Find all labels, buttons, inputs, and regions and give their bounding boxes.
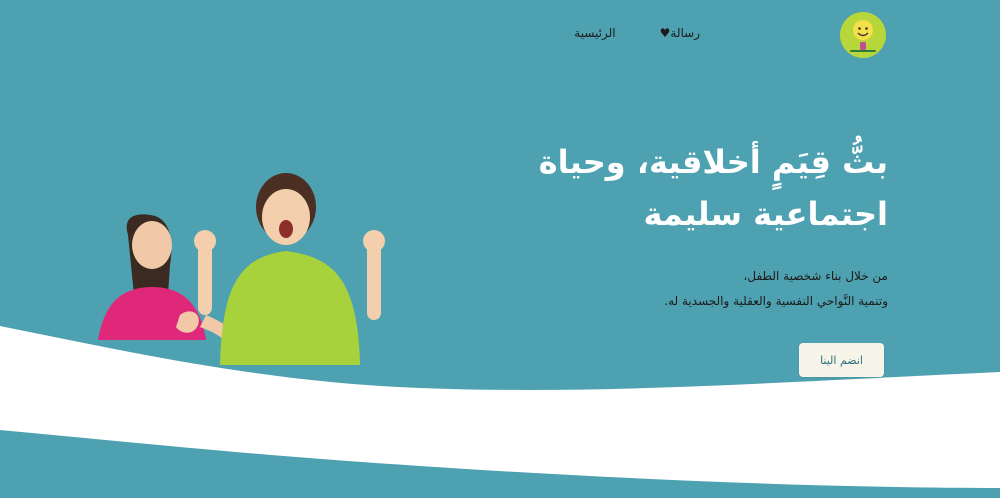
hero-subtitle-line-1: من خلال بناء شخصية الطفل،	[743, 269, 888, 283]
girl-figure	[98, 214, 241, 347]
main-nav: الرئيسية رسالة♥	[574, 26, 700, 40]
nav-home-link[interactable]: الرئيسية	[574, 26, 615, 40]
hero-title: بثُّ قِيَمٍ أخلاقية، وحياة اجتماعية سليم…	[508, 136, 888, 240]
nav-message-link[interactable]: رسالة♥	[660, 26, 700, 40]
boy-figure	[194, 173, 385, 365]
hero-subtitle: من خلال بناء شخصية الطفل، وتنمية النَّوا…	[508, 264, 888, 314]
landing-page: الرئيسية رسالة♥ بثُّ قِيَمٍ أخلاقية، وحي…	[0, 0, 1000, 498]
two-happy-children-image	[98, 173, 385, 365]
hero-subtitle-line-2: وتنمية النَّواحي النفسية والعقلية والجسد…	[664, 294, 888, 308]
hero-title-line-2: اجتماعية سليمة	[643, 195, 888, 233]
join-us-button[interactable]: انضم الينا	[799, 343, 884, 377]
smiling-sun-logo-icon[interactable]	[840, 12, 886, 58]
hero-title-line-1: بثُّ قِيَمٍ أخلاقية، وحياة	[538, 143, 888, 181]
